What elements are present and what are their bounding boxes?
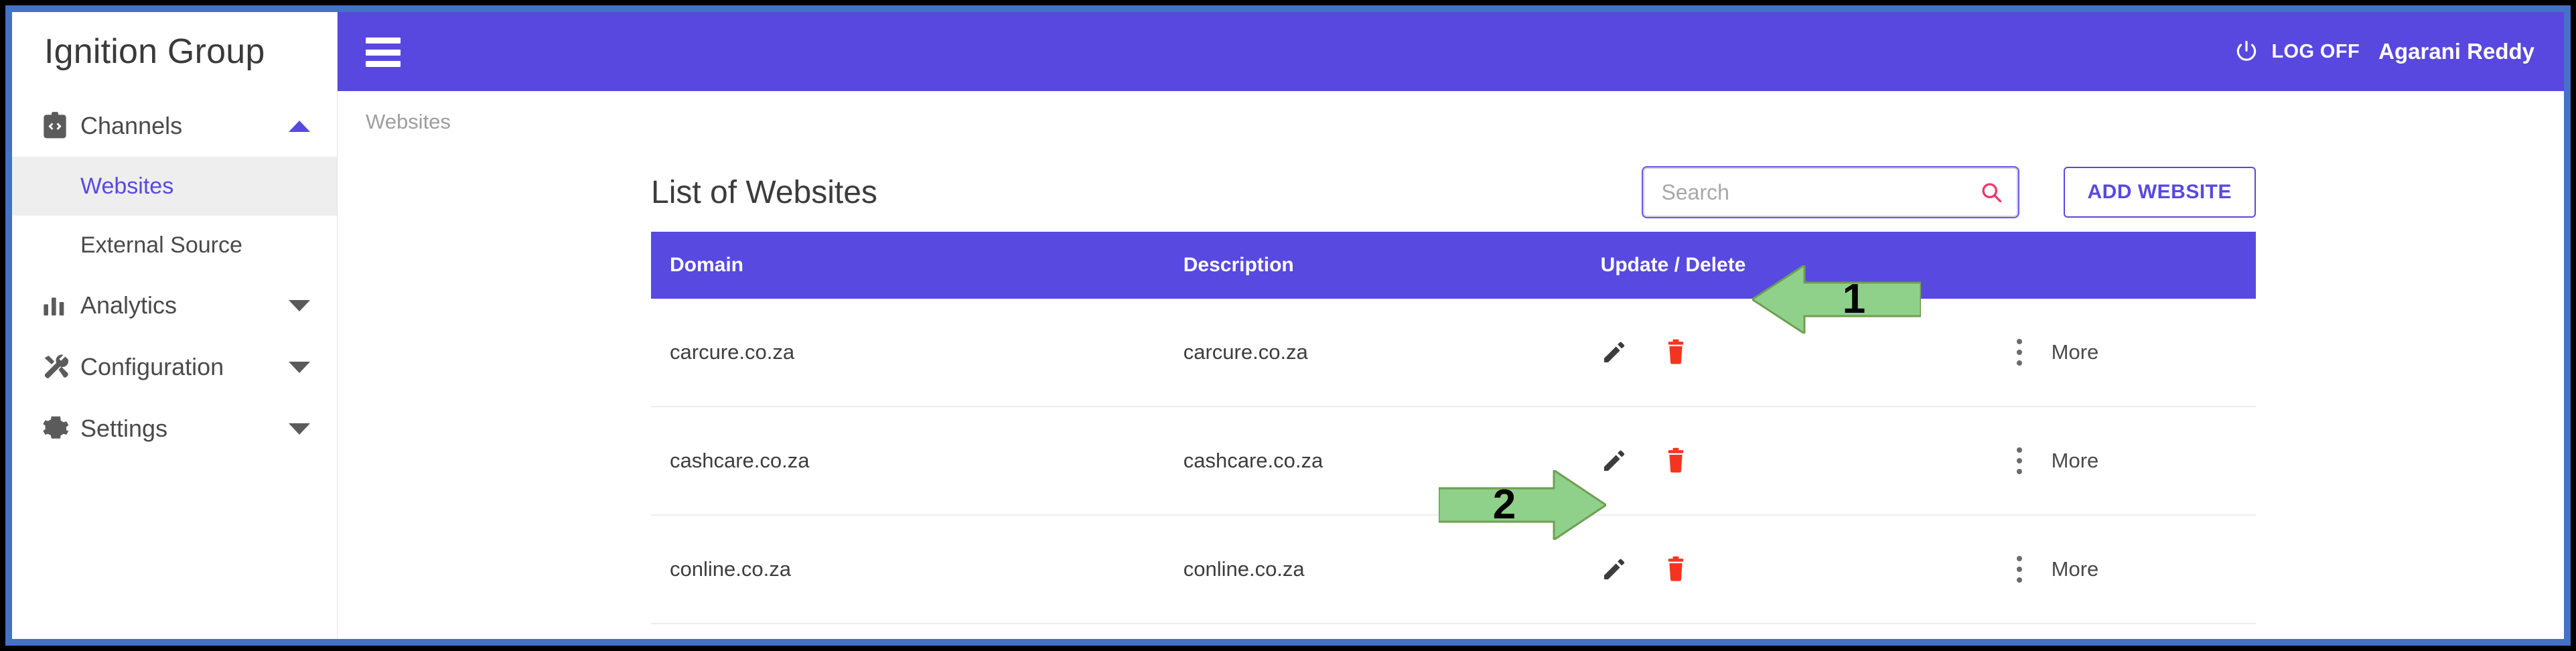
row-action-group [1582,339,1999,366]
search-input[interactable] [1660,179,1979,206]
channels-icon [42,111,80,141]
table-header-row: Domain Description Update / Delete [651,232,2256,299]
configuration-icon [42,353,80,381]
chevron-down-icon[interactable] [289,361,310,373]
settings-gear-icon [42,415,80,443]
screenshot-frame: Ignition Group Channels Websites Externa… [0,0,2576,651]
edit-pencil-icon[interactable] [1601,339,1628,366]
power-icon[interactable] [2234,39,2259,64]
hamburger-bar [366,61,401,67]
annotation-number: 1 [1842,276,1866,322]
add-website-button[interactable]: ADD WEBSITE [2063,167,2256,218]
cell-description: carcure.co.za [1164,299,1582,407]
sidebar-item-websites[interactable]: Websites [12,157,337,216]
column-header-domain-label: Domain [670,254,744,276]
content-area: List of Websites Search ADD WEBSITE Doma… [338,153,2564,639]
chevron-down-icon[interactable] [289,423,310,435]
row-action-group [1582,556,1999,583]
cell-domain: carcure.co.za [651,299,1165,407]
column-header-domain[interactable]: Domain [651,232,1165,299]
hamburger-bar [366,49,401,56]
search-box[interactable] [1642,167,2018,217]
description-text: conline.co.za [1183,557,1305,581]
more-label[interactable]: More [2052,449,2099,473]
sidebar-item-label: Configuration [80,353,224,380]
app-root: Ignition Group Channels Websites Externa… [12,12,2564,639]
more-vertical-icon[interactable] [2016,556,2022,583]
more-group: More [1999,447,2256,474]
cell-more: More [1999,299,2256,407]
card-header: List of Websites Search ADD WEBSITE [651,153,2256,232]
cell-domain: conline.co.za [651,515,1165,624]
more-label[interactable]: More [2052,340,2099,364]
log-off-button[interactable]: LOG OFF [2271,41,2360,63]
more-label[interactable]: More [2052,557,2099,581]
sidebar-nav: Channels Websites External Source Analyt… [12,91,337,459]
cell-more: More [1999,515,2256,624]
username-label: Agarani Reddy [2378,39,2534,64]
sidebar-item-settings[interactable]: Settings [12,398,337,459]
delete-trash-icon[interactable] [1664,447,1688,474]
annotation-arrow-2: 2 [1439,470,1606,540]
sidebar-item-label: Analytics [80,291,177,319]
search-icon[interactable] [1979,180,2003,204]
websites-card: List of Websites Search ADD WEBSITE Doma… [651,153,2256,624]
description-text: carcure.co.za [1183,340,1308,364]
sidebar-subitem-label: Websites [80,173,174,199]
brand: Ignition Group [12,12,337,91]
hamburger-bar [366,38,401,44]
chevron-down-icon[interactable] [289,299,310,311]
cell-actions [1581,515,1999,624]
main-area: LOG OFF Agarani Reddy Websites List of W… [338,12,2564,639]
table-head: Domain Description Update / Delete [651,232,2256,299]
cell-actions [1581,407,1999,516]
domain-text: conline.co.za [670,557,791,581]
header-user-area: LOG OFF Agarani Reddy [2234,39,2534,64]
table-body: carcure.co.za carcure.co.za More cashcar… [651,299,2256,624]
chevron-up-icon[interactable] [289,120,310,132]
row-action-group [1582,447,1999,474]
sidebar-item-analytics[interactable]: Analytics [12,275,337,336]
sidebar-item-label: Settings [80,415,168,442]
sidebar-item-external-source[interactable]: External Source [12,216,337,275]
sidebar-subitem-label: External Source [80,232,242,258]
websites-table: Domain Description Update / Delete carcu… [651,232,2256,624]
more-group: More [1999,556,2256,583]
more-vertical-icon[interactable] [2016,339,2022,366]
delete-trash-icon[interactable] [1664,556,1688,583]
annotation-number: 2 [1492,482,1516,528]
description-text: cashcare.co.za [1183,449,1323,472]
sidebar: Ignition Group Channels Websites Externa… [12,12,338,639]
breadcrumb: Websites [338,91,2564,153]
more-vertical-icon[interactable] [2016,447,2022,474]
brand-title: Ignition Group [44,32,265,71]
delete-trash-icon[interactable] [1664,339,1688,366]
edit-pencil-icon[interactable] [1601,556,1628,583]
page-title: List of Websites [651,174,877,210]
annotation-arrow-1: 1 [1752,265,1921,334]
sidebar-item-configuration[interactable]: Configuration [12,336,337,398]
arrow-right-shape [1439,470,1606,540]
domain-text: cashcare.co.za [670,449,810,472]
hamburger-icon[interactable] [366,36,403,67]
analytics-icon [42,292,80,319]
domain-text: carcure.co.za [670,340,795,364]
breadcrumb-item-websites[interactable]: Websites [366,110,451,134]
more-group: More [1999,339,2256,366]
sidebar-item-label: Channels [80,112,183,139]
card-header-controls: ADD WEBSITE [1642,167,2256,218]
sidebar-item-channels[interactable]: Channels [12,95,337,157]
frame-inner: Ignition Group Channels Websites Externa… [5,5,2571,646]
column-header-description[interactable]: Description [1164,232,1582,299]
cell-more: More [1999,407,2256,516]
cell-domain: cashcare.co.za [651,407,1165,516]
table-row[interactable]: carcure.co.za carcure.co.za More [651,299,2256,407]
top-header-bar: LOG OFF Agarani Reddy [338,12,2564,91]
arrow-left-shape [1752,265,1921,334]
column-header-blank [1999,232,2256,299]
column-header-description-label: Description [1183,254,1294,276]
